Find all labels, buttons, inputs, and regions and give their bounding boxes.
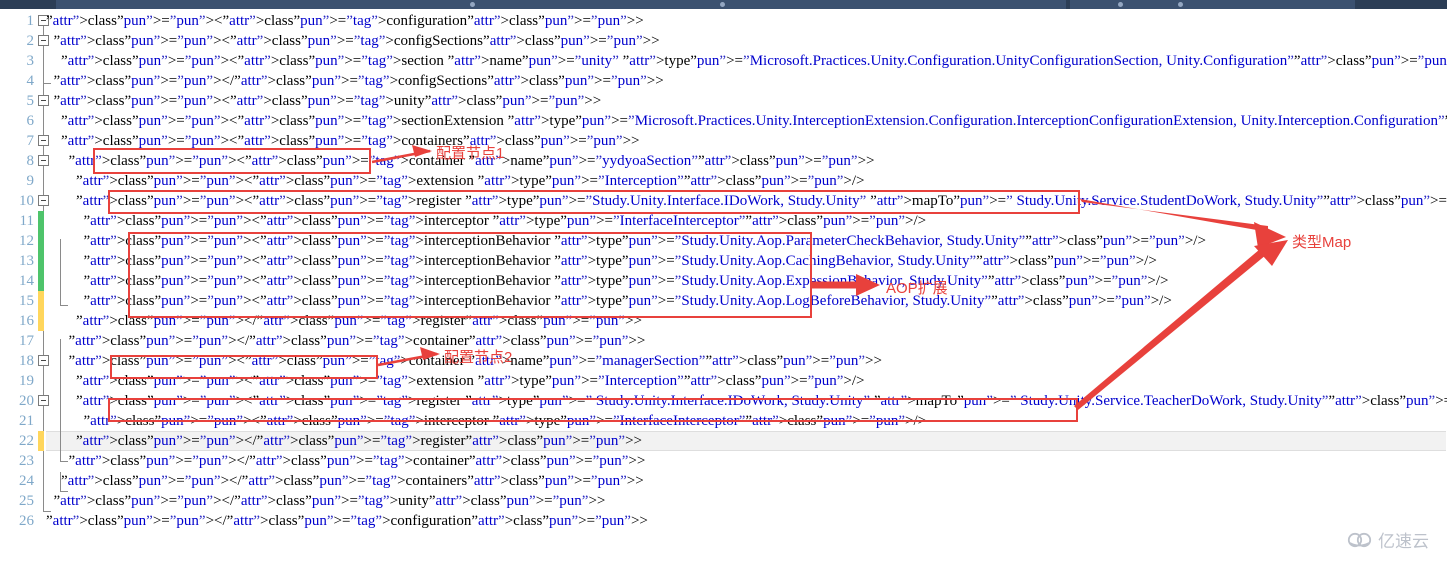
window-title-bar: [0, 0, 1447, 9]
cloud-icon: [1347, 532, 1372, 547]
line-number: 16: [19, 313, 34, 329]
annotation-label-aop-extension: AOP扩展: [886, 280, 948, 297]
change-marker-yellow: [38, 431, 44, 451]
line-number: 11: [19, 213, 34, 229]
line-number: 14: [19, 273, 34, 289]
line-number: 7: [26, 133, 35, 149]
highlight-box-register-2: [108, 398, 1078, 422]
code-line[interactable]: ”attr”>class”pun”>=”pun”><”attr”>class”p…: [46, 171, 865, 191]
line-number: 8: [26, 153, 35, 169]
change-marker-green: [38, 211, 44, 291]
code-line[interactable]: ”attr”>class”pun”>=”pun”><”attr”>class”p…: [46, 111, 1447, 131]
line-number: 12: [19, 233, 34, 249]
watermark-text: 亿速云: [1378, 532, 1429, 551]
code-line[interactable]: ”attr”>class”pun”>=”pun”><”attr”>class”p…: [46, 91, 602, 111]
code-line[interactable]: ”attr”>class”pun”>=”pun”><”attr”>class”p…: [46, 211, 927, 231]
code-line[interactable]: ”attr”>class”pun”>=”pun”></”attr”>class”…: [46, 511, 648, 531]
line-number: 17: [19, 333, 34, 349]
change-marker-yellow: [38, 291, 44, 331]
code-line[interactable]: ”attr”>class”pun”>=”pun”></”attr”>class”…: [46, 451, 646, 471]
title-bar-tick-1: [470, 2, 475, 7]
line-number: 18: [19, 353, 34, 369]
line-number: 25: [19, 493, 34, 509]
title-bar-segment-right: [1070, 0, 1355, 9]
title-bar-tick-4: [1178, 2, 1183, 7]
highlight-box-container-1: [93, 148, 371, 174]
watermark: 亿速云: [1347, 527, 1429, 552]
title-bar-tick-3: [1118, 2, 1123, 7]
line-number: 13: [19, 253, 34, 269]
code-line[interactable]: ”attr”>class”pun”>=”pun”></”attr”>class”…: [46, 431, 642, 451]
code-line[interactable]: ”attr”>class”pun”>=”pun”></”attr”>class”…: [46, 71, 664, 91]
line-number: 21: [19, 413, 34, 429]
line-number: 10: [19, 193, 34, 209]
line-number: 26: [19, 513, 34, 529]
annotation-label-config-node-2: 配置节点2: [444, 349, 513, 366]
line-number: 9: [26, 173, 35, 189]
line-number: 5: [26, 93, 35, 109]
title-bar-tick-2: [720, 2, 725, 7]
line-number: 1: [26, 13, 35, 29]
annotation-label-config-node-1: 配置节点1: [436, 145, 505, 162]
line-number: 15: [19, 293, 34, 309]
line-number: 4: [26, 73, 35, 89]
line-number: 23: [19, 453, 34, 469]
highlight-box-container-2: [110, 355, 378, 379]
line-number: 22: [19, 433, 34, 449]
code-line[interactable]: ”attr”>class”pun”>=”pun”><”attr”>class”p…: [46, 11, 644, 31]
line-number: 19: [19, 373, 34, 389]
code-line[interactable]: ”attr”>class”pun”>=”pun”></”attr”>class”…: [46, 491, 606, 511]
code-line[interactable]: ”attr”>class”pun”>=”pun”><”attr”>class”p…: [46, 31, 660, 51]
line-number: 3: [26, 53, 35, 69]
code-line[interactable]: ”attr”>class”pun”>=”pun”></”attr”>class”…: [46, 331, 646, 351]
code-line[interactable]: ”attr”>class”pun”>=”pun”></”attr”>class”…: [46, 471, 644, 491]
line-number: 2: [26, 33, 35, 49]
highlight-box-behaviors: [128, 232, 812, 318]
line-number: 6: [26, 113, 35, 129]
line-number: 24: [19, 473, 34, 489]
code-line[interactable]: ”attr”>class”pun”>=”pun”><”attr”>class”p…: [46, 51, 1447, 71]
line-number: 20: [19, 393, 34, 409]
highlight-box-register-1: [108, 190, 1080, 214]
annotation-label-type-map: 类型Map: [1292, 234, 1352, 251]
title-bar-segment-left: [56, 0, 1066, 9]
